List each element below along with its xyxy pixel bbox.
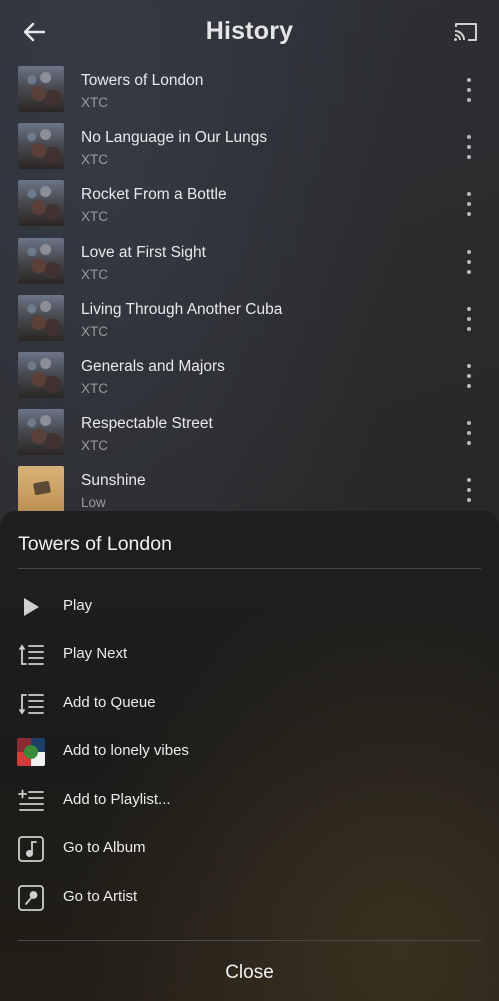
history-list: Towers of London XTC No Language in Our … xyxy=(0,62,499,520)
more-vert-icon xyxy=(467,78,471,82)
add-to-queue-icon xyxy=(16,689,46,719)
more-options-button[interactable] xyxy=(461,478,477,503)
list-item[interactable]: Towers of London XTC xyxy=(0,62,499,119)
more-options-button[interactable] xyxy=(461,421,477,446)
song-title: Towers of London xyxy=(81,72,204,89)
cast-button[interactable] xyxy=(449,16,483,48)
menu-item-add-to-lonely-vibes[interactable]: Add to lonely vibes xyxy=(0,728,499,776)
menu-item-go-to-album[interactable]: Go to Album xyxy=(0,825,499,873)
more-options-button[interactable] xyxy=(461,78,477,102)
menu-item-add-to-queue[interactable]: Add to Queue xyxy=(0,680,499,728)
song-artist: XTC xyxy=(81,95,108,110)
menu-item-add-to-playlist[interactable]: Add to Playlist... xyxy=(0,777,499,825)
song-artist: XTC xyxy=(81,380,108,396)
top-app-bar: History xyxy=(0,0,499,64)
sheet-title: Towers of London xyxy=(18,533,172,555)
more-options-button[interactable] xyxy=(461,249,477,274)
album-art xyxy=(18,180,64,227)
more-vert-icon xyxy=(467,306,471,311)
list-item[interactable]: Respectable Street XTC xyxy=(0,405,499,462)
menu-label: Go to Album xyxy=(63,839,146,856)
menu-item-go-to-artist[interactable]: Go to Artist xyxy=(0,874,499,922)
list-item[interactable]: No Language in Our Lungs XTC xyxy=(0,119,499,176)
menu-label: Play Next xyxy=(63,645,128,662)
album-art xyxy=(18,409,64,456)
more-options-button[interactable] xyxy=(461,135,477,160)
bottom-sheet: Towers of London Play Play Next Add to Q… xyxy=(0,511,499,1001)
playlist-art-icon xyxy=(16,737,46,767)
more-options-button[interactable] xyxy=(461,306,477,331)
menu-label: Add to Queue xyxy=(63,694,156,711)
close-button[interactable]: Close xyxy=(0,951,499,995)
album-art xyxy=(18,123,64,170)
song-artist: Low xyxy=(81,495,106,511)
more-vert-icon xyxy=(467,421,471,426)
album-art xyxy=(18,66,64,112)
menu-label: Add to Playlist... xyxy=(63,791,171,808)
menu-label: Play xyxy=(63,597,93,614)
song-title: Love at First Sight xyxy=(81,243,206,261)
song-artist: XTC xyxy=(81,152,108,168)
song-title: Sunshine xyxy=(81,472,146,490)
list-item[interactable]: Living Through Another Cuba XTC xyxy=(0,291,499,348)
list-item[interactable]: Love at First Sight XTC xyxy=(0,234,499,291)
song-artist: XTC xyxy=(81,438,108,454)
divider xyxy=(18,568,481,569)
menu-item-play-next[interactable]: Play Next xyxy=(0,631,499,679)
song-title: Living Through Another Cuba xyxy=(81,300,283,318)
divider xyxy=(18,940,481,941)
album-icon xyxy=(16,834,46,864)
more-vert-icon xyxy=(467,478,471,483)
play-next-icon xyxy=(16,640,46,670)
more-vert-icon xyxy=(467,135,471,140)
more-options-button[interactable] xyxy=(461,192,477,217)
song-title: Respectable Street xyxy=(81,415,213,433)
more-options-button[interactable] xyxy=(461,363,477,388)
list-item[interactable]: Rocket From a Bottle XTC xyxy=(0,176,499,233)
play-icon xyxy=(16,592,46,622)
album-art xyxy=(18,294,64,341)
menu-label: Go to Artist xyxy=(63,888,138,905)
cast-icon xyxy=(454,23,477,41)
album-art xyxy=(18,351,64,398)
menu-item-play[interactable]: Play xyxy=(0,583,499,631)
album-art xyxy=(18,237,64,284)
page-title: History xyxy=(205,17,294,45)
song-artist: XTC xyxy=(81,323,108,339)
album-art xyxy=(18,466,64,513)
artist-icon xyxy=(16,883,46,913)
more-vert-icon xyxy=(467,192,471,197)
add-to-playlist-icon xyxy=(16,786,46,816)
song-title: Generals and Majors xyxy=(81,357,225,375)
song-title: No Language in Our Lungs xyxy=(81,129,268,147)
song-artist: XTC xyxy=(81,266,108,282)
menu-label: Add to lonely vibes xyxy=(63,742,189,759)
list-item[interactable]: Generals and Majors XTC xyxy=(0,348,499,405)
more-vert-icon xyxy=(467,249,471,254)
more-vert-icon xyxy=(467,363,471,368)
song-artist: XTC xyxy=(81,209,108,225)
song-title: Rocket From a Bottle xyxy=(81,186,227,204)
